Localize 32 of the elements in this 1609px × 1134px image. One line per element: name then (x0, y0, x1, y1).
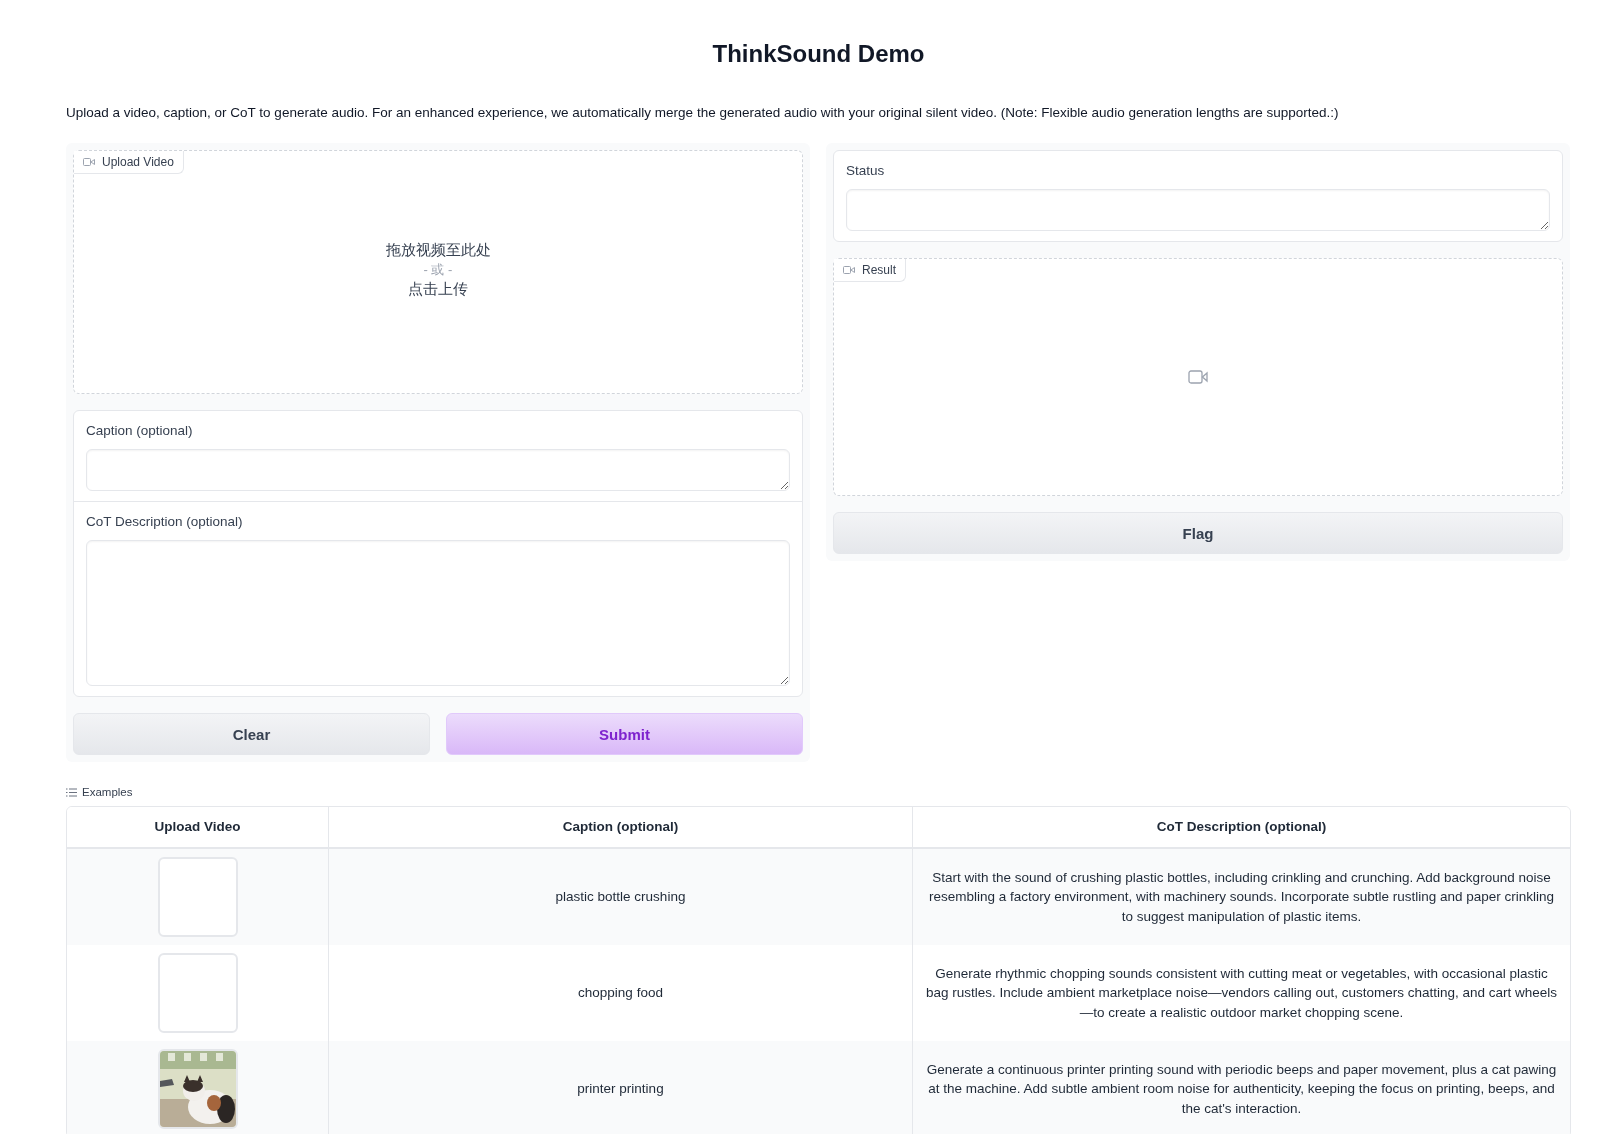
video-camera-icon (1188, 370, 1208, 384)
cot-field[interactable] (86, 540, 790, 686)
examples-label: Examples (66, 786, 1571, 798)
status-label: Status (846, 163, 886, 178)
column-header: Upload Video (67, 807, 329, 847)
click-upload-text: 点击上传 (408, 279, 468, 299)
drop-text: 拖放视频至此处 (385, 240, 491, 260)
caption-field[interactable] (86, 449, 790, 491)
description: Upload a video, caption, or CoT to generate audio. For an enhanced experience, we automatically merge the generated audio with your original silent video. (Note: Flexible audio generation lengths are supported.:) (66, 105, 1340, 120)
list-icon (66, 787, 77, 797)
status-field[interactable] (846, 189, 1550, 231)
flag-button[interactable]: Flag (833, 512, 1563, 554)
column-header: Caption (optional) (329, 807, 913, 847)
cot-label: CoT Description (optional) (86, 514, 244, 529)
video-camera-icon (843, 265, 855, 275)
table-cell: plastic bottle crushing (329, 849, 913, 945)
thumbnail-placeholder[interactable] (157, 953, 238, 1033)
clear-button[interactable]: Clear (73, 713, 430, 755)
table-cell-text: Generate a continuous printer printing sound with periodic beeps and paper movement, plus a cat pawing at the machine. Add subtle ambient room noise for authenticity, keeping the focus on printing, beeps, and the cat's interaction. (925, 1060, 1558, 1118)
or-text: - 或 - (423, 260, 453, 279)
thumbnail-placeholder[interactable] (157, 857, 238, 937)
column-header: CoT Description (optional) (1155, 818, 1328, 837)
video-camera-icon (83, 157, 95, 167)
table-cell-text: Start with the sound of crushing plastic bottles, including crinkling and crunching. Add background noise resembling a factory environment, with machinery sounds. Incorporate subtle rustling and paper crinkling to suggest manipulation of plastic items. (927, 868, 1556, 926)
table-cell-text: Generate rhythmic chopping sounds consistent with cutting meat or vegetables, with occasional plastic bag rustles. Include ambient marketplace noise—vendors calling out, customers chatting, and cart wheels—to create a realistic outdoor market chopping scene. (924, 964, 1559, 1022)
table-cell: printer printing (329, 1041, 913, 1134)
caption-label: Caption (optional) (86, 423, 194, 438)
video-upload-area[interactable]: Upload Video 拖放视频至此处 - 或 - 点击上传 (73, 150, 803, 394)
upload-video-label: Upload Video (74, 151, 184, 174)
result-label: Result (834, 259, 906, 282)
page-title: ThinkSound Demo (711, 39, 926, 64)
submit-button[interactable]: Submit (446, 713, 803, 755)
